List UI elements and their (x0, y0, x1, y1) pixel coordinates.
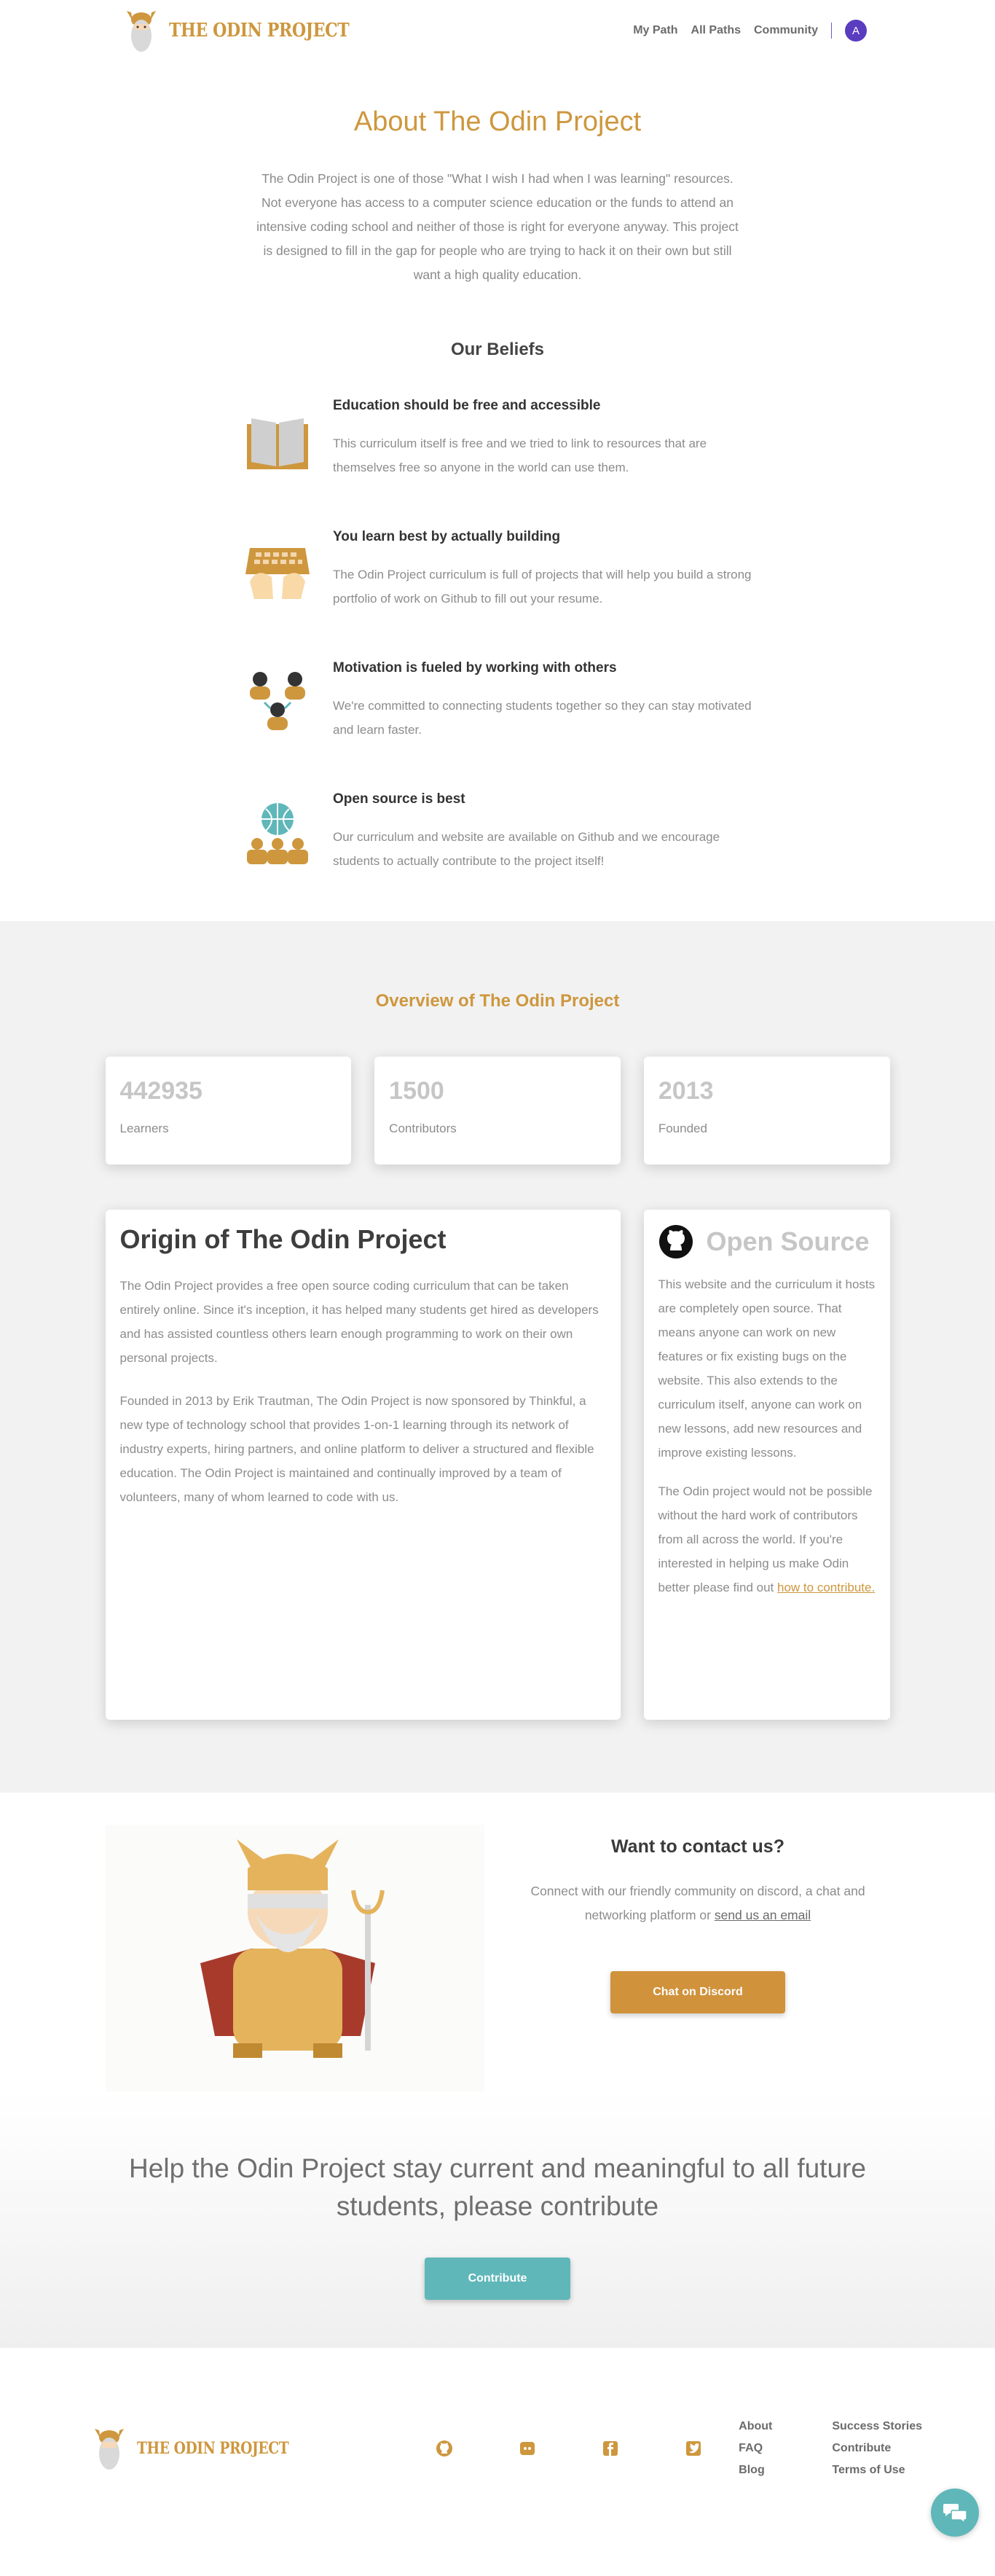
belief-text: The Odin Project curriculum is full of p… (333, 568, 752, 606)
brand-home-link[interactable]: THE ODIN PROJECT (121, 5, 381, 56)
origin-paragraph-2: Founded in 2013 by Erik Trautman, The Od… (119, 1394, 594, 1504)
contribute-section: Help the Odin Project stay current and m… (0, 2091, 995, 2348)
stat-card-learners: 442935 Learners (105, 1057, 352, 1164)
book-icon (247, 418, 308, 469)
belief-title: Open source is best (333, 791, 465, 807)
stat-value: 442935 (119, 1077, 202, 1105)
contact-text: Connect with our friendly community on d… (530, 1879, 865, 1927)
contact-title: Want to contact us? (611, 1836, 784, 1857)
footer-column: About FAQ Blog (739, 2420, 772, 2477)
belief-title: You learn best by actually building (333, 529, 561, 544)
people-icon (250, 672, 305, 730)
chat-widget-button[interactable] (931, 2489, 979, 2537)
footer-links: About FAQ Blog Success Stories Contribut… (739, 2420, 922, 2477)
footer-brand[interactable]: THE ODIN PROJECT (89, 2423, 315, 2474)
belief-text: We're committed to connecting students t… (333, 699, 752, 737)
odin-logo-icon (127, 11, 156, 52)
contact-section: Want to contact us? Connect with our fri… (105, 1793, 890, 2091)
stat-value: 1500 (389, 1077, 444, 1105)
discord-icon[interactable] (519, 2440, 536, 2457)
brand-name: THE ODIN PROJECT (169, 20, 350, 42)
footer-link-about[interactable]: About (739, 2420, 772, 2433)
email-link[interactable]: send us an email (715, 1908, 811, 1922)
belief-item: Education should be free and accessible … (243, 396, 752, 479)
contact-body: Want to contact us? Connect with our fri… (484, 1825, 890, 2091)
footer-column: Success Stories Contribute Terms of Use (832, 2420, 922, 2477)
chat-icon (943, 2504, 967, 2524)
stats-row: 442935 Learners 1500 Contributors 2013 F… (105, 1057, 890, 1164)
globe-people-icon (247, 803, 308, 864)
nav-my-path[interactable]: My Path (633, 24, 677, 37)
stat-value: 2013 (658, 1077, 714, 1105)
how-to-contribute-link[interactable]: how to contribute. (777, 1581, 875, 1594)
odin-logo-icon (95, 2428, 124, 2470)
open-source-title: Open Source (706, 1226, 870, 1256)
origin-card: Origin of The Odin Project The Odin Proj… (105, 1210, 621, 1720)
contact-text-body: Connect with our friendly community on d… (530, 1884, 865, 1922)
footer: THE ODIN PROJECT About FAQ Blog Success … (0, 2348, 995, 2548)
info-cards: Origin of The Odin Project The Odin Proj… (105, 1210, 890, 1720)
open-source-paragraph-2: The Odin project would not be possible w… (658, 1479, 876, 1600)
user-avatar[interactable]: A (845, 20, 867, 42)
nav-divider (831, 23, 832, 39)
beliefs-heading: Our Beliefs (450, 340, 545, 359)
footer-link-contribute[interactable]: Contribute (832, 2442, 922, 2455)
footer-link-success-stories[interactable]: Success Stories (832, 2420, 922, 2433)
github-icon[interactable] (436, 2440, 453, 2457)
beliefs-list: Education should be free and accessible … (243, 396, 752, 873)
keyboard-hands-icon (245, 548, 310, 599)
open-source-paragraph-2-text: The Odin project would not be possible w… (658, 1484, 873, 1594)
odin-illustration (105, 1825, 484, 2091)
stat-card-contributors: 1500 Contributors (374, 1057, 621, 1164)
belief-item: Motivation is fueled by working with oth… (243, 659, 752, 742)
nav-links: My Path All Paths Community A (633, 20, 867, 42)
chat-on-discord-button[interactable]: Chat on Discord (610, 1971, 785, 2013)
page-title: About The Odin Project (353, 106, 642, 137)
github-icon (658, 1225, 693, 1258)
overview-section: Overview of The Odin Project 442935 Lear… (0, 921, 995, 1793)
about-description: The Odin Project is one of those "What I… (256, 171, 739, 282)
open-source-header: Open Source (658, 1224, 876, 1259)
footer-link-blog[interactable]: Blog (739, 2464, 772, 2477)
about-section: About The Odin Project The Odin Project … (0, 61, 995, 873)
stat-label: Founded (658, 1121, 707, 1135)
footer-link-terms[interactable]: Terms of Use (832, 2464, 922, 2477)
open-source-card: Open Source This website and the curricu… (643, 1210, 890, 1720)
belief-text: This curriculum itself is free and we tr… (333, 436, 707, 474)
belief-text: Our curriculum and website are available… (333, 830, 720, 868)
stat-card-founded: 2013 Founded (643, 1057, 890, 1164)
footer-brand-name: THE ODIN PROJECT (137, 2438, 289, 2458)
facebook-icon[interactable] (602, 2440, 619, 2457)
open-source-paragraph-1: This website and the curriculum it hosts… (658, 1277, 876, 1460)
belief-title: Education should be free and accessible (333, 398, 601, 413)
nav-all-paths[interactable]: All Paths (691, 24, 741, 37)
twitter-icon[interactable] (685, 2440, 702, 2457)
nav-community[interactable]: Community (754, 24, 818, 37)
stat-label: Contributors (389, 1121, 457, 1135)
contribute-button[interactable]: Contribute (425, 2258, 570, 2300)
belief-title: Motivation is fueled by working with oth… (333, 660, 617, 676)
footer-link-faq[interactable]: FAQ (739, 2442, 772, 2455)
belief-item: You learn best by actually building The … (243, 528, 752, 611)
belief-item: Open source is best Our curriculum and w… (243, 790, 752, 873)
navbar: THE ODIN PROJECT My Path All Paths Commu… (0, 0, 995, 61)
contribute-text: Help the Odin Project stay current and m… (129, 2153, 866, 2221)
origin-title: Origin of The Odin Project (119, 1224, 447, 1254)
origin-paragraph-1: The Odin Project provides a free open so… (119, 1279, 599, 1365)
social-links (436, 2440, 702, 2457)
stat-label: Learners (119, 1121, 169, 1135)
overview-heading: Overview of The Odin Project (375, 991, 620, 1011)
